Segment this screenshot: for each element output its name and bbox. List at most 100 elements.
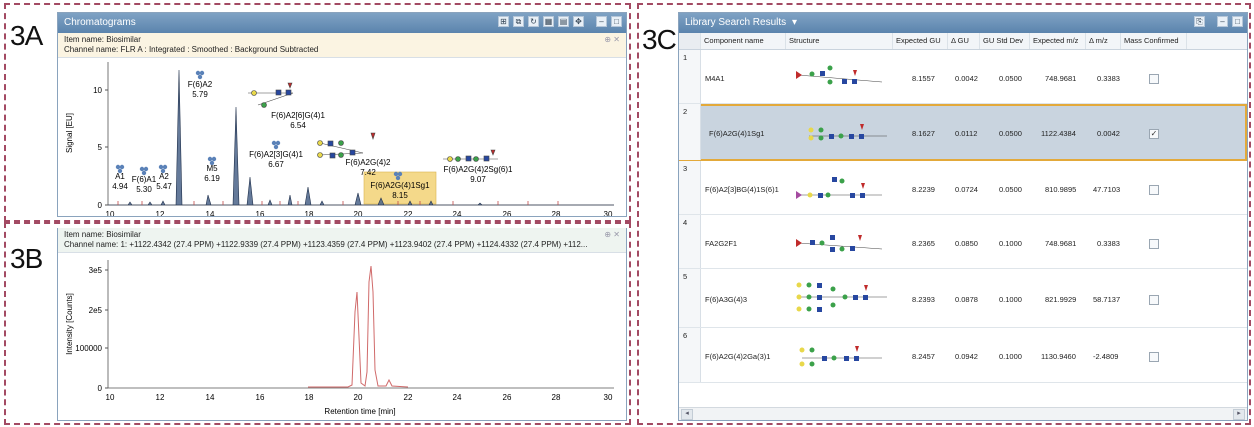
table-row[interactable]: 1 M4A1 8.1557 0.0042 0.0500 748.9681 0.3…	[679, 50, 1247, 104]
component-name: F(6)A2[3]BG(4)1S(6)1	[705, 185, 779, 194]
x-tick: 16	[256, 393, 265, 402]
column-header-delta-mz[interactable]: Δ m/z	[1086, 33, 1121, 49]
minimize-icon[interactable]: –	[1217, 16, 1228, 27]
expected-gu: 8.2365	[912, 239, 935, 248]
delta-gu: 0.0850	[955, 239, 978, 248]
table-row[interactable]: 4 FA2G2F1 8.2365 0.0850 0.1000 748.9681 …	[679, 215, 1247, 269]
component-name: F(6)A2G(4)2Ga(3)1	[705, 352, 771, 361]
component-name: F(6)A2G(4)1Sg1	[709, 129, 765, 138]
delta-gu: 0.0878	[955, 295, 978, 304]
y-tick: 100000	[75, 344, 102, 353]
delta-gu: 0.0942	[955, 352, 978, 361]
glycan-structure	[796, 177, 882, 199]
column-header-gu-std[interactable]: GU Std Dev	[980, 33, 1030, 49]
expected-gu: 8.2393	[912, 295, 935, 304]
peak-label-name: F(6)A2G(4)2Sg(6)1	[444, 165, 513, 174]
peak-label-gu: 6.19	[204, 174, 220, 183]
extracted-pin-close-icon[interactable]: ⊕ ✕	[604, 230, 620, 240]
extracted-y-ticks: 0 100000 2e5 3e5	[75, 266, 108, 393]
x-tick: 16	[256, 210, 265, 217]
expected-mz: 821.9929	[1045, 295, 1077, 304]
copy-icon[interactable]: ⧉	[513, 16, 524, 27]
x-tick: 20	[354, 393, 363, 402]
pin-close-icon[interactable]: ⊕ ✕	[604, 35, 620, 45]
zoom-icon[interactable]: ⊞	[498, 16, 509, 27]
peak-label-gu: 6.67	[268, 160, 284, 169]
expected-mz: 748.9681	[1045, 239, 1077, 248]
column-header-structure[interactable]: Structure	[786, 33, 893, 49]
x-tick: 22	[404, 210, 413, 217]
gu-std: 0.0500	[999, 129, 1022, 138]
gu-std: 0.1000	[999, 352, 1022, 361]
mass-confirmed-checkbox[interactable]	[1149, 239, 1159, 249]
extracted-trace	[308, 265, 409, 388]
component-name: M4A1	[705, 74, 725, 83]
mass-confirmed-checkbox[interactable]	[1149, 352, 1159, 362]
x-tick: 24	[453, 210, 462, 217]
extracted-ion-plot[interactable]: Intensity [Counts] Retention time [min] …	[58, 252, 626, 420]
peak-label-group: A1 4.94 F(6)A1 5.30 A2 5.47 F(6)A2 5.79 …	[112, 80, 513, 200]
x-ticks: 10 12 14 16 18 20 22 24 26 28 30	[106, 210, 613, 217]
scroll-right-button[interactable]: ▸	[1233, 409, 1245, 420]
expected-gu: 8.1627	[912, 129, 935, 138]
y-ticks: 0 5 10	[93, 86, 108, 210]
chromatogram-plot[interactable]: Signal [EU] 0 5 10 10 12 14 16 18 20 22 …	[58, 55, 626, 217]
table-row[interactable]: 6 F(6)A2G(4)2Ga(3)1 8.2457 0.0942 0.1000…	[679, 328, 1247, 383]
table-icon[interactable]: ▦	[543, 16, 554, 27]
extracted-item-name: Item name: Biosimilar	[64, 230, 141, 239]
column-header-expected-gu[interactable]: Expected GU	[893, 33, 948, 49]
library-dropdown-icon[interactable]: ▾	[792, 17, 797, 28]
maximize-icon[interactable]: □	[1232, 16, 1243, 27]
expected-mz: 1130.9460	[1041, 352, 1076, 361]
component-name: F(6)A3G(4)3	[705, 295, 748, 304]
extracted-channel-name: Channel name: 1: +1122.4342 (27.4 PPM) +…	[64, 240, 588, 249]
row-number: 3	[679, 161, 701, 214]
minimize-icon[interactable]: –	[596, 16, 607, 27]
glycan-structure	[808, 124, 887, 141]
row-number: 6	[679, 328, 701, 382]
peak-label-name: F(6)A1	[132, 175, 157, 184]
column-header-component[interactable]: Component name	[701, 33, 786, 49]
table-row-selected[interactable]: 2 F(6)A2G(4)1Sg1 8.1627 0.0112 0.0500 11…	[679, 104, 1247, 161]
x-tick: 14	[206, 210, 215, 217]
chart-icon[interactable]: ▤	[558, 16, 569, 27]
expected-gu: 8.2239	[912, 185, 935, 194]
x-tick: 30	[604, 210, 613, 217]
export-icon[interactable]: ⎘	[1194, 16, 1205, 27]
peak-label-gu: 9.07	[470, 175, 486, 184]
y-tick: 2e5	[89, 306, 103, 315]
table-row[interactable]: 5 F(6)A3G(4)3 8.2393 0.0878 0.1000 821.9…	[679, 269, 1247, 328]
mass-confirmed-checkbox[interactable]	[1149, 295, 1159, 305]
x-tick: 26	[503, 210, 512, 217]
panel-label-3a: 3A	[10, 20, 43, 51]
extracted-x-ticks: 10 12 14 16 18 20 22 24 26 28 30	[106, 393, 613, 402]
mass-confirmed-checkbox[interactable]	[1149, 74, 1159, 84]
delta-mz: 0.3383	[1097, 74, 1120, 83]
extracted-x-axis-label: Retention time [min]	[324, 407, 395, 416]
x-tick: 30	[604, 393, 613, 402]
chromatogram-trace	[108, 69, 614, 206]
peak-label-name: F(6)A2	[188, 80, 213, 89]
library-title: Library Search Results	[685, 17, 787, 28]
column-header-expected-mz[interactable]: Expected m/z	[1030, 33, 1086, 49]
maximize-icon[interactable]: □	[611, 16, 622, 27]
row-number: 1	[679, 50, 701, 103]
y-axis-label: Signal [EU]	[65, 113, 74, 153]
pan-icon[interactable]: ✥	[573, 16, 584, 27]
column-header-delta-gu[interactable]: Δ GU	[948, 33, 980, 49]
horizontal-scrollbar[interactable]: ◂ ▸	[679, 407, 1247, 420]
mass-confirmed-checkbox[interactable]	[1149, 185, 1159, 195]
header-corner	[679, 33, 701, 49]
delta-mz: 0.3383	[1097, 239, 1120, 248]
peak-label-name: F(6)A2G(4)2	[346, 158, 391, 167]
library-search-window: Library Search Results ▾ ⎘ – □ Component…	[678, 12, 1248, 421]
delta-mz: -2.4809	[1093, 352, 1119, 361]
scroll-left-button[interactable]: ◂	[681, 409, 693, 420]
mass-confirmed-checkbox[interactable]: ✓	[1149, 129, 1159, 139]
table-row[interactable]: 3 F(6)A2[3]BG(4)1S(6)1 8.2239 0.0724 0.0…	[679, 161, 1247, 215]
column-header-mass-confirmed[interactable]: Mass Confirmed	[1121, 33, 1187, 49]
peak-label-gu: 6.54	[290, 121, 306, 130]
refresh-icon[interactable]: ↻	[528, 16, 539, 27]
panel-label-3b: 3B	[10, 243, 43, 274]
peak-label-name: F(6)A2[6]G(4)1	[271, 111, 325, 120]
